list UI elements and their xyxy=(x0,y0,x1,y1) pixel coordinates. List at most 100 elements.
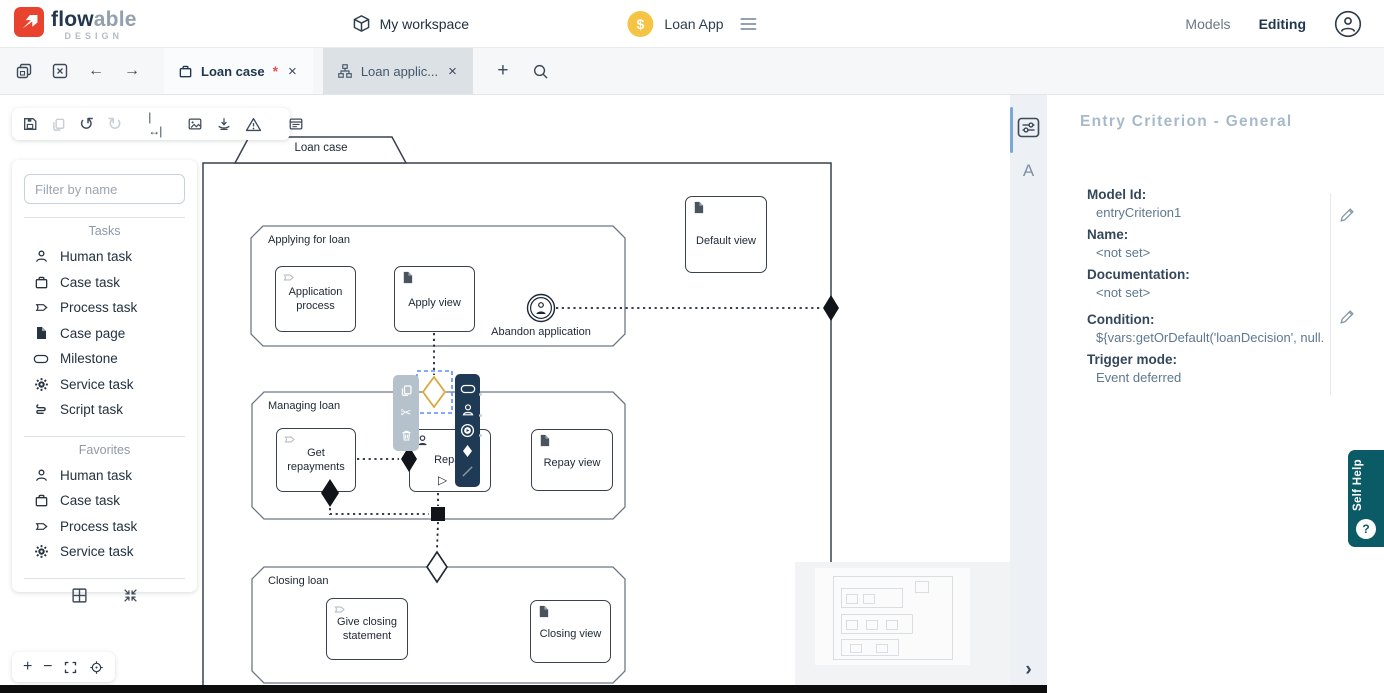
palette-item-script-task[interactable]: Script task xyxy=(24,397,185,423)
collapse-panel-icon[interactable]: › xyxy=(1010,660,1047,679)
task-get-repayments[interactable]: Get repayments xyxy=(276,428,356,492)
event-listener-label[interactable]: Abandon application xyxy=(480,326,602,338)
palette-item-case-page[interactable]: Case page xyxy=(24,321,185,347)
favorite-item-service-task[interactable]: Service task xyxy=(24,539,185,565)
field-value: entryCriterion1 xyxy=(1087,205,1325,220)
task-give-closing-statement[interactable]: Give closing statement xyxy=(326,598,408,660)
process-task-icon xyxy=(33,300,49,316)
task-application-process[interactable]: Application process xyxy=(275,266,356,332)
tab-close-icon[interactable]: × xyxy=(446,63,459,80)
script-task-icon xyxy=(33,402,49,418)
tab-loan-case[interactable]: Loan case * × xyxy=(164,48,313,94)
brand-subtitle: DESIGN xyxy=(65,32,124,41)
human-task-icon xyxy=(33,467,49,483)
task-default-view[interactable]: Default view xyxy=(685,196,767,273)
planning-table-expand-icon[interactable]: ▷ xyxy=(438,473,447,487)
palette-item-label: Case task xyxy=(60,275,120,290)
palette-item-milestone[interactable]: Milestone xyxy=(24,346,185,372)
close-all-icon[interactable] xyxy=(50,61,70,81)
app-menu-icon[interactable] xyxy=(741,18,757,30)
attributes-tab-icon[interactable]: A xyxy=(1010,161,1047,181)
cut-icon[interactable]: ✂ xyxy=(398,405,414,421)
search-icon[interactable] xyxy=(531,61,551,81)
copy-icon[interactable] xyxy=(51,115,66,133)
zoom-in-icon[interactable]: + xyxy=(23,658,32,676)
task-apply-view[interactable]: Apply view xyxy=(394,266,475,332)
diagram-canvas[interactable]: Loan case Applying for loan Managing loa… xyxy=(0,95,1010,693)
nav-editing[interactable]: Editing xyxy=(1259,16,1306,32)
nav-models[interactable]: Models xyxy=(1185,16,1230,32)
palette-item-label: Milestone xyxy=(60,351,118,366)
app-badge-icon: $ xyxy=(627,11,653,37)
palette-item-service-task[interactable]: Service task xyxy=(24,372,185,398)
stage-managing-label[interactable]: Managing loan xyxy=(268,400,340,412)
back-icon[interactable]: ← xyxy=(86,61,106,81)
palette-item-process-task[interactable]: Process task xyxy=(24,295,185,321)
field-condition: Condition: ${vars:getOrDefault('loanDeci… xyxy=(1087,312,1325,345)
field-value: Event deferred xyxy=(1087,370,1325,385)
delete-icon[interactable] xyxy=(398,428,414,444)
task-label: Give closing statement xyxy=(331,615,403,644)
save-all-icon[interactable] xyxy=(14,61,34,81)
deploy-icon[interactable] xyxy=(216,115,232,133)
connector-tool-icon[interactable] xyxy=(460,464,476,480)
fit-width-icon[interactable]: |↔| xyxy=(148,115,161,133)
favorite-item-human-task[interactable]: Human task xyxy=(24,463,185,489)
form-panel-icon[interactable] xyxy=(288,115,304,133)
tab-close-icon[interactable]: × xyxy=(286,63,299,80)
stage-applying-label[interactable]: Applying for loan xyxy=(268,234,350,246)
task-closing-view[interactable]: Closing view xyxy=(530,600,611,663)
palette-item-label: Human task xyxy=(60,468,132,483)
zoom-out-icon[interactable]: − xyxy=(43,658,52,676)
minimap[interactable] xyxy=(815,568,970,665)
export-image-icon[interactable] xyxy=(187,115,203,133)
main-area: Loan case Applying for loan Managing loa… xyxy=(0,95,1384,693)
palette-item-human-task[interactable]: Human task xyxy=(24,244,185,270)
edit-condition-icon[interactable] xyxy=(1338,309,1355,326)
collapse-palette-icon[interactable] xyxy=(122,587,139,604)
case-plan-label[interactable]: Loan case xyxy=(240,142,402,154)
validation-warning-icon[interactable] xyxy=(245,115,262,133)
inspector-panel: Entry Criterion - General Model Id: entr… xyxy=(1047,95,1384,693)
self-help-label: Self Help xyxy=(1352,456,1380,514)
field-label: Trigger mode: xyxy=(1087,352,1325,367)
flowable-logo[interactable]: flowable DESIGN xyxy=(14,7,137,41)
editor-toolbar: ↺ ↻ |↔| xyxy=(12,108,290,140)
event-listener-tool-icon[interactable] xyxy=(460,422,476,438)
case-page-icon xyxy=(401,271,414,284)
palette-item-case-task[interactable]: Case task xyxy=(24,270,185,296)
tab-loan-application[interactable]: Loan applic... × xyxy=(323,48,473,94)
center-diagram-icon[interactable] xyxy=(89,660,104,675)
new-tab-icon[interactable]: + xyxy=(493,61,513,81)
user-avatar[interactable] xyxy=(1334,10,1362,38)
redo-icon[interactable]: ↻ xyxy=(107,115,122,133)
undo-icon[interactable]: ↺ xyxy=(79,115,94,133)
case-icon xyxy=(178,64,193,79)
field-label: Documentation: xyxy=(1087,267,1325,282)
stage-closing-label[interactable]: Closing loan xyxy=(268,575,329,587)
self-help-button[interactable]: Self Help ? xyxy=(1348,450,1384,547)
workspace-cube-icon xyxy=(352,14,371,33)
favorite-item-process-task[interactable]: Process task xyxy=(24,514,185,540)
case-page-icon xyxy=(692,201,705,214)
milestone-icon xyxy=(33,351,49,367)
milestone-tool-icon[interactable] xyxy=(460,381,476,397)
human-task-tool-icon[interactable] xyxy=(460,402,476,418)
fit-screen-icon[interactable] xyxy=(63,660,78,675)
copy-icon[interactable] xyxy=(398,382,414,398)
edit-general-icon[interactable] xyxy=(1338,207,1355,224)
favorite-item-case-task[interactable]: Case task xyxy=(24,488,185,514)
inspector-title: Entry Criterion - General xyxy=(1080,113,1293,131)
properties-tab-icon[interactable] xyxy=(1017,117,1040,138)
forward-icon[interactable]: → xyxy=(122,61,142,81)
task-label: Apply view xyxy=(408,296,461,310)
sentry-tool-icon[interactable] xyxy=(460,443,476,459)
palette-filter-input[interactable] xyxy=(24,174,185,204)
save-icon[interactable] xyxy=(22,115,38,133)
grid-view-icon[interactable] xyxy=(71,587,88,604)
tab-loan-case-label: Loan case xyxy=(201,64,265,79)
task-repay-view[interactable]: Repay view xyxy=(531,429,613,491)
workspace-selector[interactable]: My workspace xyxy=(352,14,469,33)
case-task-icon xyxy=(33,493,49,509)
task-label: Repay view xyxy=(544,456,601,470)
